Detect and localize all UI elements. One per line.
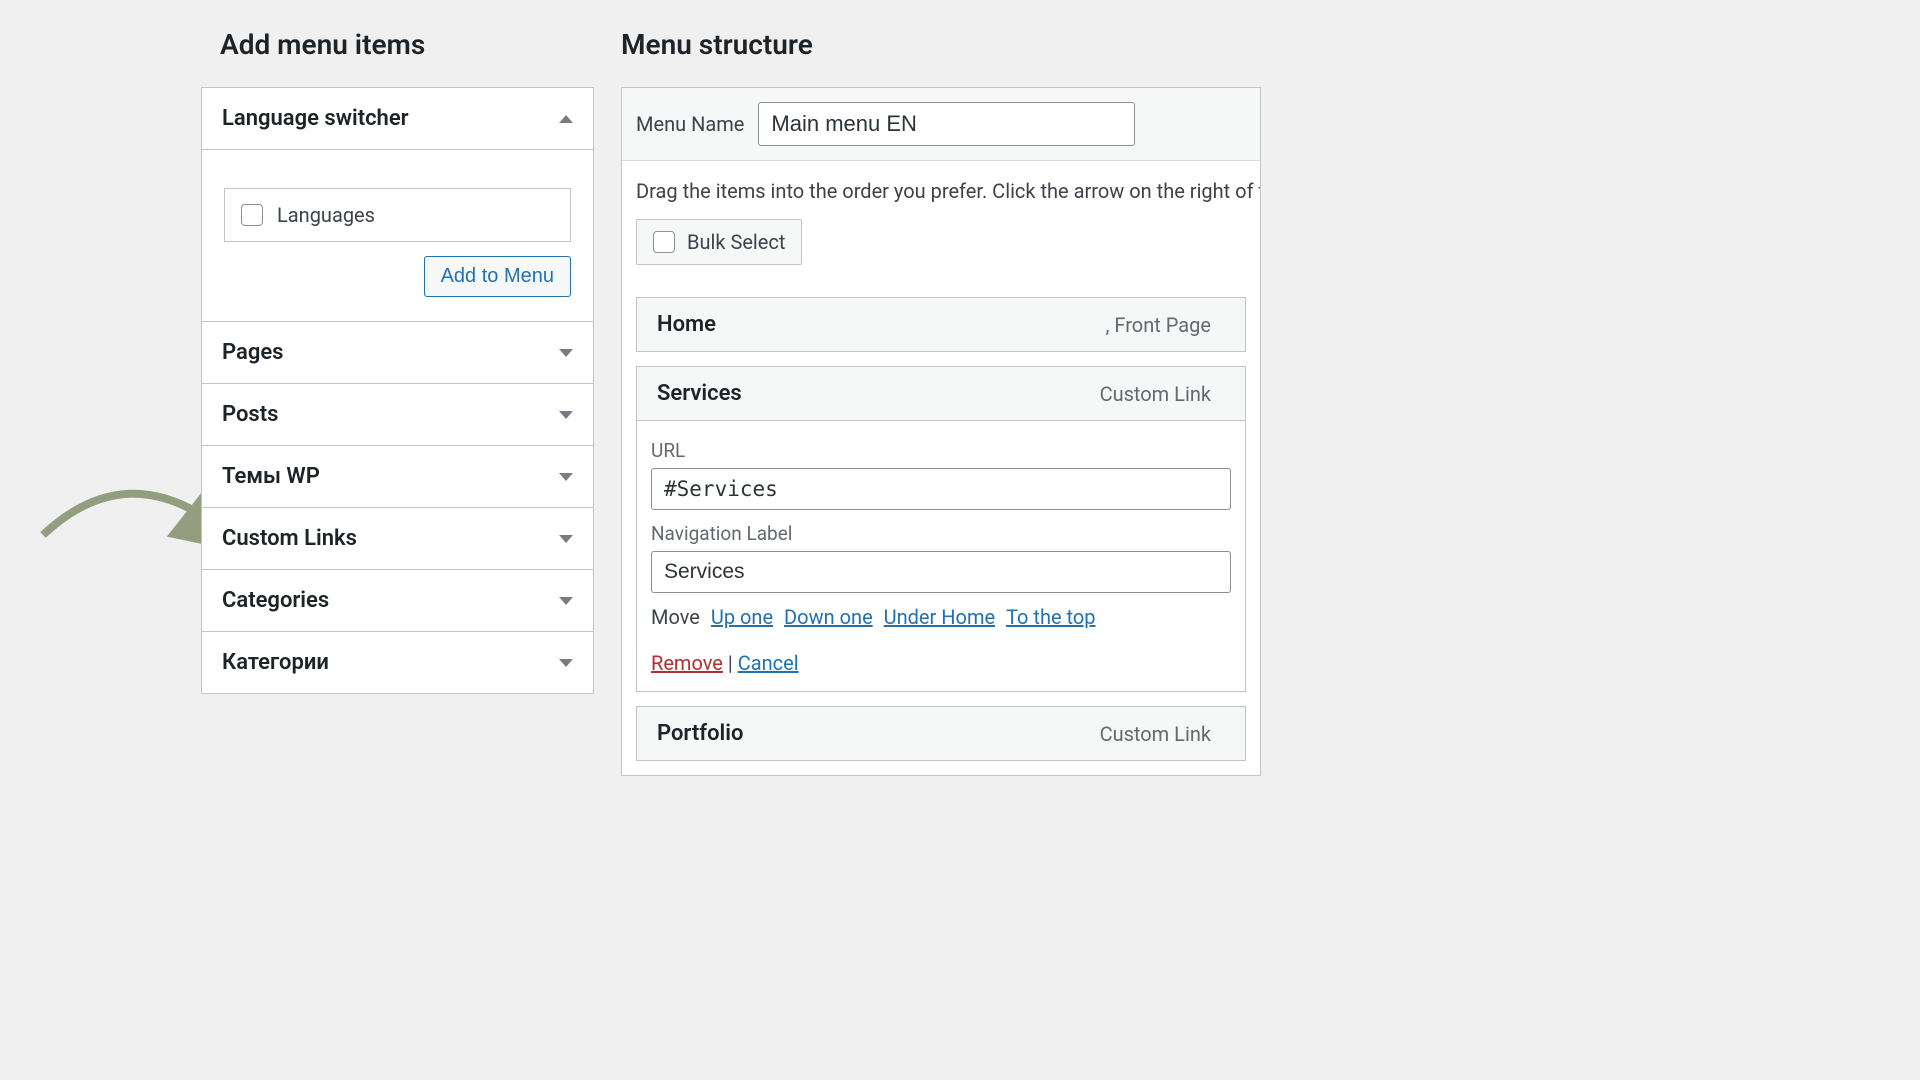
- add-to-menu-button[interactable]: Add to Menu: [424, 256, 571, 297]
- accordion-label: Темы WP: [222, 464, 320, 489]
- bulk-select-label: Bulk Select: [687, 230, 785, 254]
- accordion-label: Posts: [222, 402, 278, 427]
- drag-instructions-text: Drag the items into the order you prefer…: [622, 161, 1260, 203]
- accordion-custom-links[interactable]: Custom Links: [202, 508, 593, 570]
- chevron-up-icon: [559, 115, 573, 123]
- bulk-select-toggle[interactable]: Bulk Select: [636, 219, 802, 265]
- accordion-label: Pages: [222, 340, 283, 365]
- menu-name-row: Menu Name: [622, 88, 1260, 161]
- accordion-label: Language switcher: [222, 106, 409, 131]
- navigation-label-input[interactable]: [651, 551, 1231, 593]
- menu-name-label: Menu Name: [636, 112, 744, 136]
- chevron-down-icon: [559, 659, 573, 667]
- cancel-link[interactable]: Cancel: [738, 651, 799, 675]
- menu-item-title: Home: [657, 312, 716, 337]
- move-label: Move: [651, 605, 700, 629]
- menu-item-type: , Front Page: [1106, 313, 1211, 337]
- menu-item-title: Portfolio: [657, 721, 743, 746]
- accordion-label: Custom Links: [222, 526, 357, 551]
- move-under-home-link[interactable]: Under Home: [884, 605, 995, 629]
- accordion-language-switcher[interactable]: Language switcher: [202, 88, 593, 150]
- remove-cancel-row: Remove | Cancel: [651, 651, 1231, 675]
- menu-item-type: Custom Link: [1100, 722, 1211, 746]
- menu-item-header[interactable]: Services Custom Link: [637, 367, 1245, 420]
- menu-item-header[interactable]: Home , Front Page: [637, 298, 1245, 351]
- accordion-themes-wp[interactable]: Темы WP: [202, 446, 593, 508]
- languages-checkbox-label: Languages: [277, 203, 375, 227]
- move-down-one-link[interactable]: Down one: [784, 605, 873, 629]
- menu-item-type: Custom Link: [1100, 382, 1211, 406]
- url-field-label: URL: [651, 439, 1231, 462]
- menu-item-home: Home , Front Page: [636, 297, 1246, 352]
- accordion-label: Categories: [222, 588, 329, 613]
- menu-item-header[interactable]: Portfolio Custom Link: [637, 707, 1245, 760]
- chevron-down-icon: [559, 535, 573, 543]
- accordion-categories[interactable]: Categories: [202, 570, 593, 632]
- url-input[interactable]: [651, 468, 1231, 510]
- languages-checkbox-row[interactable]: Languages: [224, 188, 571, 242]
- accordion-label: Категории: [222, 650, 329, 675]
- chevron-down-icon: [559, 473, 573, 481]
- move-row: Move Up one Down one Under Home To the t…: [651, 605, 1231, 629]
- language-switcher-body: Languages Add to Menu: [202, 150, 593, 322]
- languages-checkbox[interactable]: [241, 204, 263, 226]
- move-to-top-link[interactable]: To the top: [1006, 605, 1095, 629]
- add-menu-items-accordion: Language switcher Languages Add to Menu …: [201, 87, 594, 694]
- add-menu-items-title: Add menu items: [201, 0, 594, 83]
- accordion-posts[interactable]: Posts: [202, 384, 593, 446]
- chevron-down-icon: [559, 597, 573, 605]
- separator: |: [728, 651, 738, 675]
- menu-structure-panel: Menu Name Drag the items into the order …: [621, 87, 1261, 776]
- bulk-select-checkbox[interactable]: [653, 231, 675, 253]
- move-up-one-link[interactable]: Up one: [711, 605, 773, 629]
- menu-item-portfolio: Portfolio Custom Link: [636, 706, 1246, 761]
- chevron-down-icon: [559, 349, 573, 357]
- remove-link[interactable]: Remove: [651, 651, 723, 675]
- menu-name-input[interactable]: [758, 102, 1135, 146]
- accordion-categories-ru[interactable]: Категории: [202, 632, 593, 693]
- menu-item-body: URL Navigation Label Move Up one Down on…: [637, 420, 1245, 691]
- menu-item-services: Services Custom Link URL: [636, 366, 1246, 692]
- nav-label-field-label: Navigation Label: [651, 522, 1231, 545]
- menu-item-title: Services: [657, 381, 742, 406]
- menu-structure-title: Menu structure: [621, 0, 1261, 83]
- accordion-pages[interactable]: Pages: [202, 322, 593, 384]
- chevron-down-icon: [559, 411, 573, 419]
